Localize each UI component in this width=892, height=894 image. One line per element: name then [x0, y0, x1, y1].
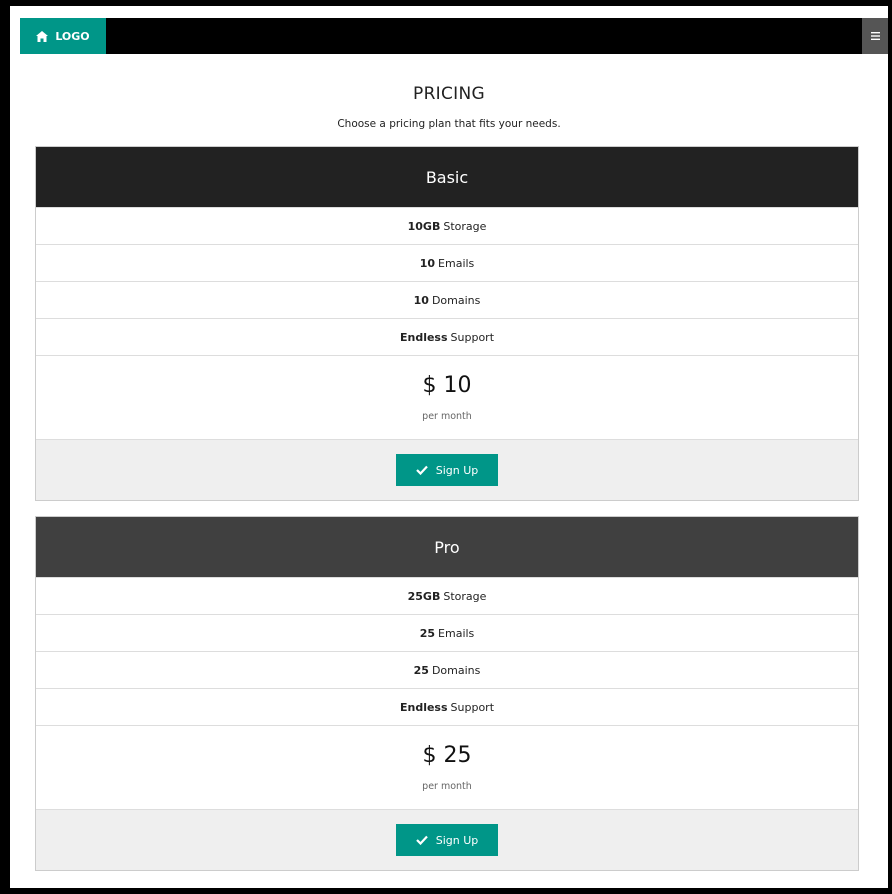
- price-section: $ 10 per month: [36, 355, 858, 439]
- sign-up-button-pro[interactable]: Sign Up: [396, 824, 498, 856]
- feature-value: Endless: [399, 330, 448, 344]
- feature-row: 25GB Storage: [36, 577, 858, 614]
- feature-label: Domains: [431, 663, 481, 677]
- feature-label: Emails: [438, 256, 475, 270]
- pricing-header: PRICING Choose a pricing plan that fits …: [10, 84, 888, 130]
- feature-value: 10: [419, 256, 436, 270]
- card-footer: Sign Up: [36, 439, 858, 500]
- home-icon: [36, 30, 49, 42]
- checkmark-icon: [415, 835, 428, 845]
- feature-row: 25 Domains: [36, 651, 858, 688]
- feature-label: Emails: [438, 626, 475, 640]
- feature-value: Endless: [399, 700, 448, 714]
- hamburger-menu-icon: [870, 32, 880, 40]
- feature-value: 25: [419, 626, 436, 640]
- menu-button[interactable]: [862, 18, 888, 54]
- feature-row: 10 Domains: [36, 281, 858, 318]
- logo-label: LOGO: [55, 29, 90, 43]
- feature-value: 10GB: [407, 219, 441, 233]
- feature-value: 25GB: [407, 589, 441, 603]
- browser-frame: LOGO PRICING Choose a pricing plan that …: [10, 6, 890, 888]
- feature-row: 10GB Storage: [36, 207, 858, 244]
- plan-name: Basic: [36, 147, 858, 207]
- pricing-card-pro: Pro 25GB Storage 25 Emails 25 Domains En…: [35, 516, 859, 871]
- sign-up-button-basic[interactable]: Sign Up: [396, 454, 498, 486]
- feature-label: Support: [450, 700, 495, 714]
- feature-row: Endless Support: [36, 688, 858, 725]
- sign-up-label: Sign Up: [435, 833, 479, 847]
- feature-value: 10: [413, 293, 429, 307]
- feature-label: Support: [450, 330, 495, 344]
- logo-link[interactable]: LOGO: [20, 18, 106, 54]
- feature-label: Storage: [443, 589, 487, 603]
- feature-label: Storage: [443, 219, 487, 233]
- feature-value: 25: [413, 663, 429, 677]
- feature-row: 10 Emails: [36, 244, 858, 281]
- sign-up-label: Sign Up: [435, 463, 479, 477]
- pricing-card-basic: Basic 10GB Storage 10 Emails 10 Domains …: [35, 146, 859, 501]
- price-period: per month: [422, 411, 472, 422]
- card-footer: Sign Up: [36, 809, 858, 870]
- feature-row: Endless Support: [36, 318, 858, 355]
- price-period: per month: [422, 781, 472, 792]
- top-navbar: LOGO: [20, 18, 888, 54]
- page-title: PRICING: [413, 84, 485, 104]
- page-subtitle: Choose a pricing plan that fits your nee…: [337, 118, 561, 130]
- plan-price: $ 25: [422, 743, 472, 768]
- checkmark-icon: [415, 465, 428, 475]
- feature-label: Domains: [431, 293, 481, 307]
- feature-row: 25 Emails: [36, 614, 858, 651]
- price-section: $ 25 per month: [36, 725, 858, 809]
- plan-price: $ 10: [422, 373, 472, 398]
- plan-name: Pro: [36, 517, 858, 577]
